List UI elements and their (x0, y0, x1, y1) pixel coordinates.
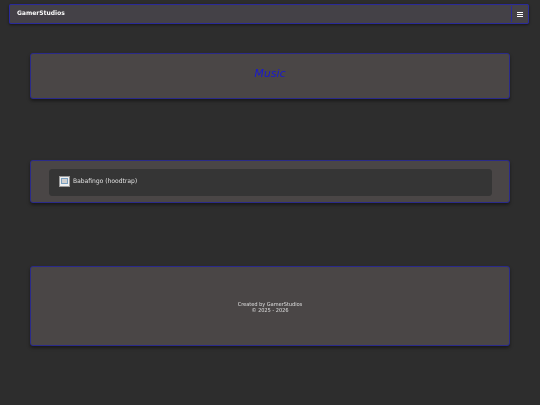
track-item[interactable]: Babafingo (hoodtrap) (49, 169, 492, 196)
broken-image-icon (59, 176, 70, 187)
hamburger-menu-icon (516, 11, 523, 17)
track-label: Babafingo (hoodtrap) (73, 178, 138, 185)
menu-button[interactable] (511, 6, 527, 22)
track-list-panel: Babafingo (hoodtrap) (30, 160, 510, 203)
page-title-panel: Music (30, 53, 510, 99)
footer-text: Created by GamerStudios © 2025 - 2026 (31, 302, 509, 314)
page-title: Music (254, 67, 286, 80)
footer-copyright: © 2025 - 2026 (251, 308, 289, 314)
top-navbar: GamerStudios (9, 4, 529, 24)
brand-link[interactable]: GamerStudios (17, 10, 65, 17)
footer-panel: Created by GamerStudios © 2025 - 2026 (30, 266, 510, 346)
